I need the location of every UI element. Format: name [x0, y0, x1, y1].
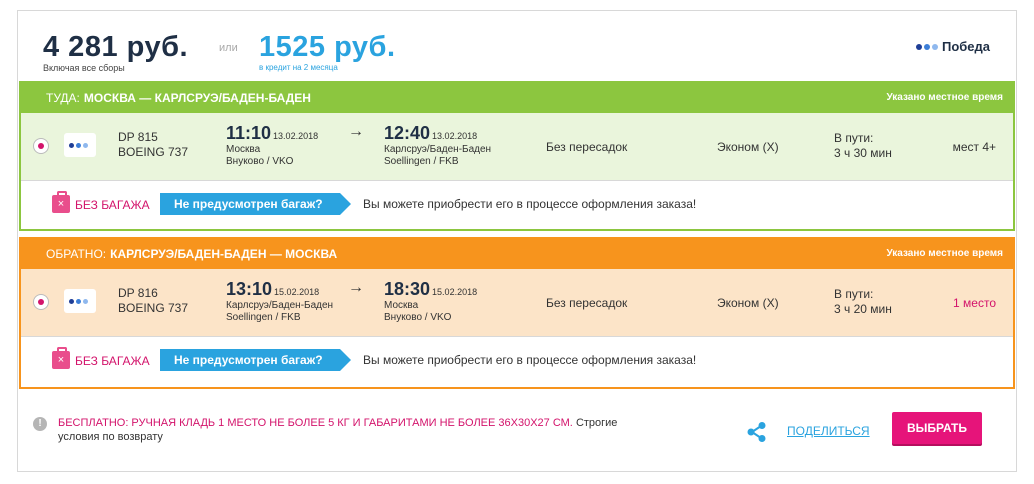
direction-label: ТУДА: [46, 91, 80, 105]
flight-number: DP 816 [118, 286, 158, 300]
departure-date: 15.02.2018 [274, 287, 320, 297]
arrival-time: 12:40 [384, 123, 431, 143]
arrival-date: 15.02.2018 [432, 287, 478, 297]
outbound-header: ТУДА: МОСКВА — КАРЛСРУЭ/БАДЕН-БАДЕН Указ… [21, 83, 1013, 113]
no-baggage-icon: × [52, 191, 70, 213]
baggage-note: Вы можете приобрести его в процессе офор… [363, 197, 697, 211]
arrival: 18:30 15.02.2018 Москва Внуково / VKO [384, 279, 477, 324]
seats-available: 1 место [953, 296, 996, 310]
route: КАРЛСРУЭ/БАДЕН-БАДЕН — МОСКВА [110, 247, 338, 261]
baggage-tag[interactable]: Не предусмотрен багаж? [160, 193, 351, 215]
departure-airport: Внуково / VKO [226, 156, 294, 167]
airline-name: Победа [941, 39, 990, 54]
arrival: 12:40 13.02.2018 Карлсруэ/Баден-Баден Soe… [384, 123, 491, 168]
flight-info: DP 815 BOEING 737 [118, 130, 188, 160]
outbound-segment: ТУДА: МОСКВА — КАРЛСРУЭ/БАДЕН-БАДЕН Указ… [19, 81, 1015, 231]
hand-luggage-note: БЕСПЛАТНО: РУЧНАЯ КЛАДЬ 1 МЕСТО НЕ БОЛЕЕ… [58, 416, 658, 444]
flight-radio[interactable] [33, 138, 49, 154]
flight-number: DP 815 [118, 130, 158, 144]
departure-time: 13:10 [226, 279, 273, 299]
share-icon[interactable] [746, 421, 768, 443]
direction-label: ОБРАТНО: [46, 247, 107, 261]
arrival-airport: Soellingen / FKB [384, 156, 459, 167]
arrow-right-icon: → [348, 123, 364, 140]
flight-offer-card: 4 281 руб. Включая все сборы или 1525 ру… [17, 10, 1017, 472]
flight-info: DP 816 BOEING 737 [118, 286, 188, 316]
price-note: Включая все сборы [43, 63, 125, 73]
free-luggage-label: БЕСПЛАТНО: РУЧНАЯ КЛАДЬ 1 МЕСТО НЕ БОЛЕЕ… [58, 417, 573, 429]
departure: 13:10 15.02.2018 Карлсруэ/Баден-Баден Soe… [226, 279, 333, 324]
arrival-date: 13.02.2018 [432, 131, 478, 141]
airline-small-logo [64, 289, 96, 313]
fare-class: Эконом (X) [717, 140, 779, 154]
duration-label: В пути: [834, 287, 874, 301]
share-link[interactable]: ПОДЕЛИТЬСЯ [787, 424, 870, 438]
departure-date: 13.02.2018 [273, 131, 319, 141]
aircraft: BOEING 737 [118, 145, 189, 159]
flight-row[interactable]: DP 815 BOEING 737 11:10 13.02.2018 Москва… [21, 113, 1013, 181]
or-label: или [219, 42, 238, 54]
arrival-city: Карлсруэ/Баден-Баден [384, 144, 492, 155]
credit-price: 1525 руб. [259, 31, 396, 63]
duration: В пути: 3 ч 30 мин [834, 131, 892, 161]
local-time-note: Указано местное время [886, 92, 1003, 103]
airline-logo: Победа [915, 39, 990, 54]
duration-value: 3 ч 20 мин [834, 302, 892, 316]
pobeda-logo-icon [915, 43, 938, 50]
route: МОСКВА — КАРЛСРУЭ/БАДЕН-БАДЕН [83, 91, 311, 105]
stops: Без пересадок [546, 296, 628, 310]
arrival-airport: Внуково / VKO [384, 312, 452, 323]
baggage-row: × БЕЗ БАГАЖА Не предусмотрен багаж? Вы м… [21, 181, 1013, 231]
arrival-city: Москва [384, 300, 419, 311]
departure-city: Карлсруэ/Баден-Баден [226, 300, 334, 311]
baggage-row: × БЕЗ БАГАЖА Не предусмотрен багаж? Вы м… [21, 337, 1013, 387]
credit-note: в кредит на 2 месяца [259, 63, 338, 72]
baggage-label: БЕЗ БАГАЖА [75, 354, 150, 368]
departure-city: Москва [226, 144, 261, 155]
arrival-time: 18:30 [384, 279, 431, 299]
duration: В пути: 3 ч 20 мин [834, 287, 892, 317]
airline-small-logo [64, 133, 96, 157]
duration-label: В пути: [834, 131, 874, 145]
baggage-tag[interactable]: Не предусмотрен багаж? [160, 349, 351, 371]
pobeda-logo-icon [68, 142, 88, 148]
flight-radio[interactable] [33, 294, 49, 310]
arrow-right-icon: → [348, 279, 364, 296]
fare-class: Эконом (X) [717, 296, 779, 310]
seats-available: мест 4+ [952, 140, 996, 154]
duration-value: 3 ч 30 мин [834, 146, 892, 160]
no-baggage-icon: × [52, 347, 70, 369]
departure: 11:10 13.02.2018 Москва Внуково / VKO [226, 123, 318, 168]
stops: Без пересадок [546, 140, 628, 154]
flight-row[interactable]: DP 816 BOEING 737 13:10 15.02.2018 Карлср… [21, 269, 1013, 337]
departure-time: 11:10 [226, 123, 272, 143]
baggage-note: Вы можете приобрести его в процессе офор… [363, 353, 697, 367]
return-header: ОБРАТНО: КАРЛСРУЭ/БАДЕН-БАДЕН — МОСКВА У… [21, 239, 1013, 269]
local-time-note: Указано местное время [886, 248, 1003, 259]
aircraft: BOEING 737 [118, 301, 189, 315]
info-icon: ! [33, 417, 47, 431]
departure-airport: Soellingen / FKB [226, 312, 301, 323]
choose-button[interactable]: ВЫБРАТЬ [892, 412, 982, 444]
total-price: 4 281 руб. [43, 31, 189, 63]
return-segment: ОБРАТНО: КАРЛСРУЭ/БАДЕН-БАДЕН — МОСКВА У… [19, 237, 1015, 389]
baggage-label: БЕЗ БАГАЖА [75, 198, 150, 212]
pobeda-logo-icon [68, 298, 88, 304]
